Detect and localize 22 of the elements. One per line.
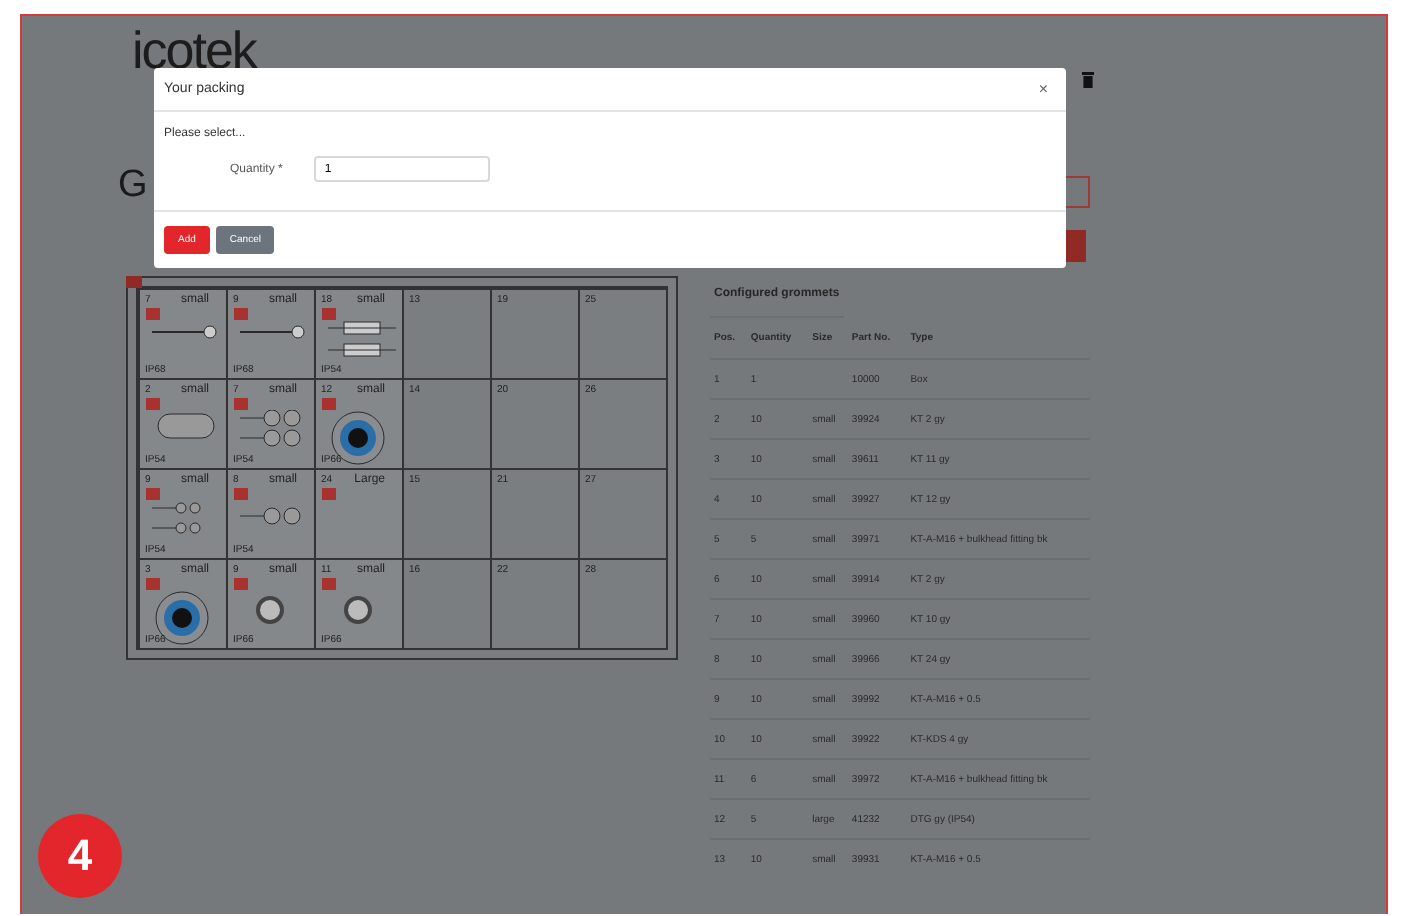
remove-icon[interactable] [233, 307, 247, 319]
remove-icon[interactable] [321, 307, 335, 319]
page-heading: G [118, 164, 148, 210]
cable-drawing [239, 319, 307, 343]
remove-icon[interactable] [145, 577, 159, 589]
cable-drawing [327, 319, 395, 359]
legend-swatch [126, 276, 142, 288]
close-button[interactable]: × [1030, 80, 1056, 98]
step-badge: 4 [38, 814, 122, 898]
remove-icon[interactable] [233, 577, 247, 589]
remove-icon[interactable] [321, 487, 335, 499]
grommet-drawing [239, 409, 307, 449]
cable-drawing [151, 319, 219, 343]
remove-icon[interactable] [145, 397, 159, 409]
remove-icon[interactable] [233, 487, 247, 499]
logo: icotek [132, 24, 256, 76]
remove-icon[interactable] [233, 397, 247, 409]
remove-icon[interactable] [321, 577, 335, 589]
remove-icon[interactable] [145, 307, 159, 319]
remove-icon[interactable] [321, 397, 335, 409]
remove-icon[interactable] [145, 487, 159, 499]
trash-icon[interactable] [1082, 72, 1094, 88]
